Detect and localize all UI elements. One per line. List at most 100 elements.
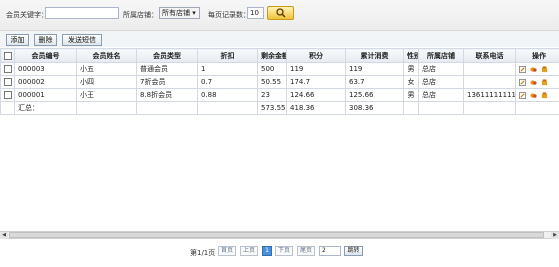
cell-member-name: 小五: [76, 62, 137, 76]
edit-icon[interactable]: [519, 78, 526, 86]
cell-discount: 0.88: [197, 88, 258, 102]
header-member-type[interactable]: 会员类型: [136, 48, 198, 63]
cell-member-name: 小四: [76, 75, 137, 89]
summary-total: 308.36: [345, 101, 404, 115]
scrollbar-thumb[interactable]: [9, 232, 544, 238]
summary-balance: 573.55: [257, 101, 287, 115]
cell-store: 总店: [418, 75, 464, 89]
summary-empty-cell: [197, 101, 258, 115]
header-member-name[interactable]: 会员姓名: [76, 48, 137, 63]
page-jump-input[interactable]: 2: [319, 246, 341, 256]
table-header-row: 会员编号 会员姓名 会员类型 折扣 剩余金额 积分 累计消费 性别 所属店铺 联…: [0, 48, 559, 63]
header-points[interactable]: 积分: [286, 48, 346, 63]
cell-actions: [515, 88, 559, 102]
summary-empty-cell: [515, 101, 559, 115]
row-checkbox[interactable]: [4, 78, 12, 86]
table-row[interactable]: 000001 小王 8.8折会员 0.88 23 124.66 125.66 男…: [0, 88, 559, 102]
keyword-label: 会员关键字：: [6, 11, 48, 19]
row-select-cell[interactable]: [0, 88, 15, 102]
scroll-right-icon[interactable]: ▶: [551, 232, 559, 239]
cell-total: 63.7: [345, 75, 404, 89]
scroll-left-icon[interactable]: ◀: [0, 232, 8, 239]
header-store[interactable]: 所属店铺: [418, 48, 464, 63]
cell-points: 124.66: [286, 88, 346, 102]
cell-phone: 13611111111: [463, 88, 516, 102]
keyword-input[interactable]: [45, 7, 119, 19]
cell-actions: [515, 62, 559, 76]
action-bar: 添加 删除 发送短信: [0, 31, 559, 47]
edit-icon[interactable]: [519, 65, 526, 73]
cell-gender: 男: [403, 88, 419, 102]
cell-actions: [515, 75, 559, 89]
summary-row: 汇总： 573.55 418.36 308.36: [0, 101, 559, 115]
points-icon[interactable]: [541, 65, 548, 73]
send-sms-button[interactable]: 发送短信: [62, 34, 102, 46]
summary-empty-cell: [0, 101, 15, 115]
cell-total: 119: [345, 62, 404, 76]
table-row[interactable]: 000002 小四 7折会员 0.7 50.55 174.7 63.7 女 总店: [0, 75, 559, 89]
recharge-icon[interactable]: [530, 92, 537, 99]
cell-phone: [463, 62, 516, 76]
cell-total: 125.66: [345, 88, 404, 102]
first-page-button[interactable]: 首页: [218, 246, 236, 256]
prev-page-button[interactable]: 上页: [240, 246, 258, 256]
cell-store: 总店: [418, 62, 464, 76]
cell-member-id: 000003: [14, 62, 77, 76]
summary-empty-cell: [418, 101, 464, 115]
cell-balance: 50.55: [257, 75, 287, 89]
row-select-cell[interactable]: [0, 62, 15, 76]
summary-label: 汇总：: [14, 101, 77, 115]
member-table: 会员编号 会员姓名 会员类型 折扣 剩余金额 积分 累计消费 性别 所属店铺 联…: [0, 48, 559, 115]
cell-points: 174.7: [286, 75, 346, 89]
points-icon[interactable]: [541, 78, 548, 86]
select-all-cell[interactable]: [0, 48, 15, 63]
cell-discount: 1: [197, 62, 258, 76]
row-checkbox[interactable]: [4, 65, 12, 73]
page-info: 第1/1页: [190, 249, 216, 257]
horizontal-scrollbar[interactable]: ◀ ▶: [0, 231, 559, 239]
points-icon[interactable]: [541, 91, 548, 99]
add-button[interactable]: 添加: [6, 34, 29, 46]
pagination: 第1/1页 首页 上页 1 下页 尾页 2 跳转: [0, 246, 559, 258]
summary-empty-cell: [76, 101, 137, 115]
cell-member-type: 8.8折会员: [136, 88, 198, 102]
last-page-button[interactable]: 尾页: [297, 246, 315, 256]
pagesize-input[interactable]: 10: [247, 7, 264, 19]
recharge-icon[interactable]: [530, 79, 537, 86]
store-select[interactable]: 所有店铺 ▾: [159, 7, 200, 19]
cell-member-type: 7折会员: [136, 75, 198, 89]
search-icon: [276, 8, 286, 18]
current-page-button[interactable]: 1: [262, 246, 272, 256]
select-all-checkbox[interactable]: [4, 51, 12, 60]
delete-button[interactable]: 删除: [34, 34, 57, 46]
header-balance[interactable]: 剩余金额: [257, 48, 287, 63]
search-button[interactable]: [267, 6, 294, 20]
next-page-button[interactable]: 下页: [275, 246, 293, 256]
pagesize-label: 每页记录数：: [208, 11, 250, 19]
cell-discount: 0.7: [197, 75, 258, 89]
summary-empty-cell: [136, 101, 198, 115]
row-select-cell[interactable]: [0, 75, 15, 89]
store-label: 所属店铺：: [123, 11, 158, 19]
goto-button[interactable]: 跳转: [344, 246, 363, 256]
summary-points: 418.36: [286, 101, 346, 115]
cell-member-id: 000002: [14, 75, 77, 89]
cell-gender: 女: [403, 75, 419, 89]
edit-icon[interactable]: [519, 91, 526, 99]
header-actions: 操作: [515, 48, 559, 63]
table-row[interactable]: 000003 小五 普通会员 1 500 119 119 男 总店: [0, 62, 559, 76]
cell-member-name: 小王: [76, 88, 137, 102]
header-total[interactable]: 累计消费: [345, 48, 404, 63]
cell-member-id: 000001: [14, 88, 77, 102]
row-checkbox[interactable]: [4, 91, 12, 99]
cell-store: 总店: [418, 88, 464, 102]
recharge-icon[interactable]: [530, 66, 537, 73]
header-discount[interactable]: 折扣: [197, 48, 258, 63]
header-phone[interactable]: 联系电话: [463, 48, 516, 63]
header-member-id[interactable]: 会员编号: [14, 48, 77, 63]
cell-points: 119: [286, 62, 346, 76]
summary-empty-cell: [403, 101, 419, 115]
header-gender[interactable]: 性别: [403, 48, 419, 63]
cell-gender: 男: [403, 62, 419, 76]
search-toolbar: 会员关键字： 所属店铺： 所有店铺 ▾ 每页记录数： 10: [0, 0, 559, 31]
